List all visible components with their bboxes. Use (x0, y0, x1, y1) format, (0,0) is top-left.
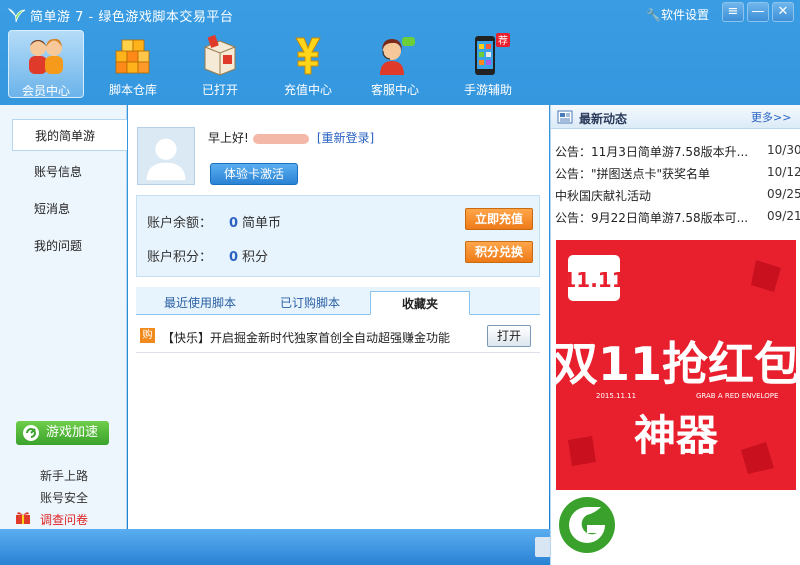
news-item[interactable]: 公告：9月22日简单游7.58版本可... 09/21 (555, 209, 800, 229)
tab-recent-scripts[interactable]: 最近使用脚本 (150, 291, 250, 315)
news-title: 最新动态 (579, 112, 628, 126)
tool-script-store[interactable]: 脚本仓库 (95, 30, 171, 98)
footer-link-security[interactable]: 账号安全 (40, 489, 88, 506)
tab-ordered-scripts[interactable]: 已订购脚本 (260, 291, 360, 315)
promo-date: 2015.11.11 (596, 392, 636, 400)
brand-logo-icon (559, 497, 615, 553)
greeting-line: 早上好! [重新登录] (208, 129, 374, 146)
tab-favorites[interactable]: 收藏夹 (370, 291, 470, 315)
news-text: 公告：9月22日简单游7.58版本可... (555, 211, 749, 225)
open-script-button[interactable]: 打开 (487, 325, 531, 347)
tool-member-center[interactable]: 会员中心 (8, 30, 84, 98)
list-item: 购 【快乐】开启掘金新时代独家首创全自动超强赚金功能 打开 (136, 319, 540, 353)
news-text: 公告：11月3日简单游7.58版本升... (555, 145, 749, 159)
sidebar-item-messages[interactable]: 短消息 (12, 193, 127, 225)
avatar[interactable] (137, 127, 195, 185)
news-date: 10/12 (767, 165, 800, 179)
main-toolbar: 会员中心 脚本仓库 已打开 充值中心 客服中心 荐 手游辅助 (0, 28, 800, 100)
recommend-badge: 荐 (498, 35, 508, 47)
member-icon (29, 38, 63, 74)
purchase-badge: 购 (140, 328, 155, 343)
sidebar-item-my-account[interactable]: 我的简单游 (12, 119, 127, 151)
news-panel: 最新动态 更多>> 公告：11月3日简单游7.58版本升... 10/30 公告：… (550, 105, 800, 565)
promo-badge: 11.11 (562, 268, 625, 292)
tool-service-center[interactable]: 客服中心 (357, 30, 433, 98)
balance-label: 账户余额： (147, 216, 213, 231)
main-panel: 早上好! [重新登录] 体验卡激活 账户余额： 0 简单币 立即充值 账户积分： 0… (128, 105, 549, 529)
collapse-handle[interactable] (535, 537, 550, 557)
gift-icon (16, 512, 30, 524)
sidebar-item-my-questions[interactable]: 我的问题 (12, 230, 127, 262)
service-icon (380, 37, 415, 75)
exchange-points-button[interactable]: 积分兑换 (465, 241, 533, 263)
sidebar-item-account-info[interactable]: 账号信息 (12, 156, 127, 188)
newspaper-icon (557, 110, 573, 124)
news-header: 最新动态 更多>> (551, 105, 800, 129)
minimize-button[interactable]: — (747, 2, 769, 22)
news-item[interactable]: 公告：11月3日简单游7.58版本升... 10/30 (555, 143, 800, 163)
settings-link[interactable]: 🔧软件设置 (646, 6, 709, 23)
blurred-username (252, 133, 309, 144)
script-tabs: 最近使用脚本 已订购脚本 收藏夹 (136, 287, 540, 315)
sprout-logo-icon (7, 8, 26, 23)
game-accelerate-button[interactable]: 游戏加速 (16, 421, 109, 445)
balance-value: 0 简单币 (229, 216, 282, 231)
tool-label: 脚本仓库 (108, 83, 157, 97)
user-placeholder-icon (146, 138, 186, 181)
promo-headline: 双11抢红包 (556, 337, 796, 391)
tool-label: 已打开 (201, 83, 238, 97)
trial-card-button[interactable]: 体验卡激活 (210, 163, 298, 185)
promo-banner[interactable]: 11.11 双11抢红包 2015.11.11 GRAB A RED ENVEL… (556, 240, 796, 490)
points-label: 账户积分： (147, 250, 213, 265)
tool-label: 会员中心 (21, 84, 70, 98)
promo-subline: 神器 (634, 411, 719, 460)
news-date: 10/30 (767, 143, 800, 157)
news-date: 09/25 (767, 187, 800, 201)
promo-art: 11.11 双11抢红包 2015.11.11 GRAB A RED ENVEL… (556, 240, 796, 490)
tool-mobile-assist[interactable]: 荐 手游辅助 (450, 30, 526, 98)
window-title: 简单游 7 - 绿色游戏脚本交易平台 (30, 10, 234, 25)
close-button[interactable]: ✕ (772, 2, 794, 22)
points-value: 0 积分 (229, 250, 269, 265)
relogin-link[interactable]: [重新登录] (317, 131, 374, 145)
phone-icon: 荐 (475, 33, 510, 75)
tool-opened[interactable]: 已打开 (182, 30, 258, 98)
news-item[interactable]: 公告："拼图送点卡"获奖名单 10/12 (555, 165, 800, 185)
footer-link-newbie[interactable]: 新手上路 (40, 467, 88, 484)
greeting-text: 早上好! (208, 131, 249, 145)
tool-label: 充值中心 (283, 83, 332, 97)
news-text: 公告："拼图送点卡"获奖名单 (555, 167, 711, 181)
status-bar (0, 529, 550, 565)
box-icon (204, 34, 236, 76)
menu-button[interactable]: ≡ (722, 2, 744, 22)
cube-icon (115, 39, 150, 74)
news-text: 中秋国庆献礼活动 (555, 189, 652, 203)
yen-icon (295, 37, 321, 75)
news-item[interactable]: 中秋国庆献礼活动 09/25 (555, 187, 800, 207)
recharge-button[interactable]: 立即充值 (465, 208, 533, 230)
promo-slogan: GRAB A RED ENVELOPE (696, 392, 778, 400)
news-date: 09/21 (767, 209, 800, 223)
app-window: 简单游 7 - 绿色游戏脚本交易平台 🔧软件设置 ≡ — ✕ 会员中心 脚本仓库… (0, 0, 800, 565)
footer-link-survey[interactable]: 调查问卷 (40, 511, 88, 528)
sidebar: 我的简单游 账号信息 短消息 我的问题 游戏加速 新手上路 账号安全 调查问卷 (0, 105, 127, 529)
wrench-icon: 🔧 (646, 8, 661, 22)
tool-recharge-center[interactable]: 充值中心 (270, 30, 346, 98)
tool-label: 手游辅助 (463, 83, 512, 97)
account-panel: 账户余额： 0 简单币 立即充值 账户积分： 0 积分 积分兑换 (136, 195, 540, 277)
title-bar: 简单游 7 - 绿色游戏脚本交易平台 🔧软件设置 ≡ — ✕ (0, 0, 800, 28)
script-title: 【快乐】开启掘金新时代独家首创全自动超强赚金功能 (162, 331, 451, 345)
tool-label: 客服中心 (370, 83, 419, 97)
more-news-link[interactable]: 更多>> (751, 109, 791, 125)
accelerate-icon (23, 425, 39, 441)
